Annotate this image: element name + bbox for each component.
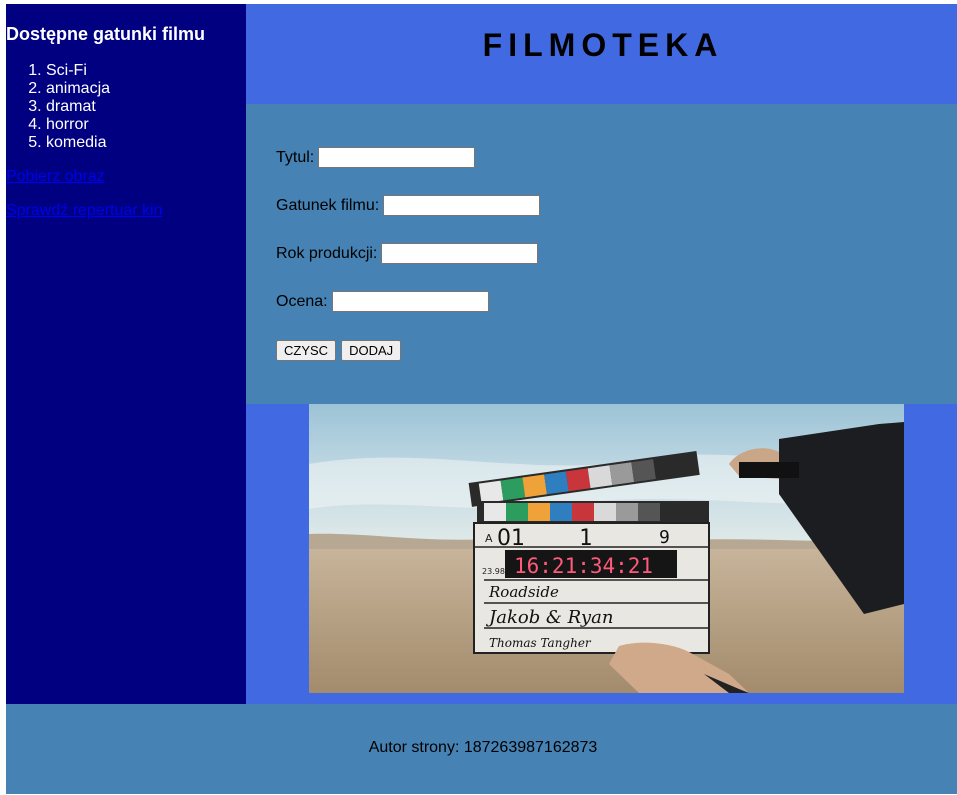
rating-label: Ocena: — [276, 292, 328, 310]
footer: Autor strony: 187263987162873 — [6, 704, 957, 794]
rating-row: Ocena: — [276, 291, 489, 312]
author-text: Autor strony: 187263987162873 — [368, 739, 598, 756]
download-image-link[interactable]: Pobierz obraz — [6, 168, 105, 186]
sidebar: Dostępne gatunki filmu Sci-Fi animacja d… — [6, 4, 246, 704]
movie-form: Tytul: Gatunek filmu: Rok produkcji: Oce… — [246, 104, 957, 404]
clapperboard-scene: 1 — [579, 526, 592, 551]
year-input[interactable] — [381, 243, 539, 264]
clapperboard-photo: A 01 1 9 23.98 16:21:34:21 Roadside Jako… — [309, 404, 904, 693]
clapperboard-director: Jakob & Ryan — [485, 607, 613, 628]
genre-input[interactable] — [383, 195, 541, 216]
header: FILMOTEKA — [246, 4, 957, 104]
genre-item: komedia — [46, 134, 110, 152]
image-panel: A 01 1 9 23.98 16:21:34:21 Roadside Jako… — [246, 404, 957, 704]
cinema-repertoire-link[interactable]: Sprawdź repertuar kin — [6, 202, 163, 220]
clapperboard-production: Roadside — [488, 583, 559, 601]
genres-heading: Dostępne gatunki filmu — [6, 24, 206, 44]
title-input[interactable] — [318, 147, 476, 168]
genre-list: Sci-Fi animacja dramat horror komedia — [6, 62, 110, 152]
genre-item: Sci-Fi — [46, 62, 110, 80]
genre-item: horror — [46, 116, 110, 134]
title-label: Tytul: — [276, 148, 315, 166]
svg-text:01: 01 — [497, 526, 525, 551]
clear-button[interactable]: CZYSC — [276, 340, 337, 361]
genre-item: animacja — [46, 80, 110, 98]
svg-text:A: A — [485, 532, 493, 545]
title-row: Tytul: — [276, 147, 476, 168]
genre-item: dramat — [46, 98, 110, 116]
year-label: Rok produkcji: — [276, 244, 378, 262]
page-title: FILMOTEKA — [482, 27, 724, 63]
clapperboard-take: 9 — [659, 527, 670, 548]
year-row: Rok produkcji: — [276, 243, 539, 264]
clapperboard-fps: 23.98 — [482, 567, 505, 576]
clapperboard-timecode: 16:21:34:21 — [514, 554, 653, 578]
add-button[interactable]: DODAJ — [341, 340, 402, 361]
rating-input[interactable] — [331, 291, 489, 312]
genre-row: Gatunek filmu: — [276, 195, 541, 216]
clapperboard-camera: Thomas Tangher — [489, 636, 592, 650]
genre-label: Gatunek filmu: — [276, 196, 380, 214]
form-buttons: CZYSC DODAJ — [276, 340, 402, 361]
